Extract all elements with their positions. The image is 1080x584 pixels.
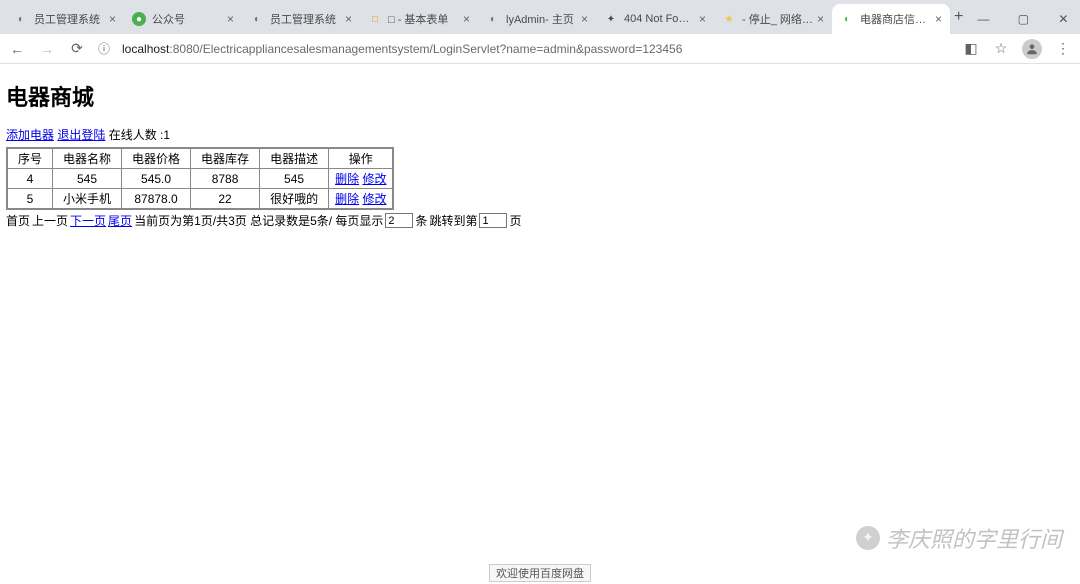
tab-title: 公众号 <box>152 11 223 27</box>
close-icon[interactable]: × <box>581 12 588 26</box>
close-icon[interactable]: × <box>345 12 352 26</box>
new-tab-button[interactable]: + <box>954 4 963 30</box>
browser-tab-1[interactable]: ● 公众号 × <box>124 4 242 34</box>
per-page-input[interactable] <box>385 213 413 228</box>
close-icon[interactable]: × <box>817 12 824 26</box>
globe-icon: ◐ <box>486 12 500 26</box>
edit-link[interactable]: 修改 <box>362 192 386 206</box>
tab-title: 员工管理系统 <box>270 11 341 27</box>
tab-title: 电器商店信息页面 <box>860 11 931 27</box>
minimize-button[interactable]: — <box>963 12 1003 26</box>
star-icon: ★ <box>722 12 736 26</box>
add-appliance-link[interactable]: 添加电器 <box>6 128 54 142</box>
address-bar: ← → ⟳ ⓘ localhost:8080/Electricappliance… <box>0 34 1080 64</box>
forward-button[interactable]: → <box>38 41 56 57</box>
pager-last-link[interactable]: 尾页 <box>108 212 132 229</box>
pager-first: 首页 <box>6 212 30 229</box>
tab-title: 404 Not Found <box>624 13 695 25</box>
col-desc: 电器描述 <box>260 148 329 169</box>
cell-desc: 很好哦的 <box>260 189 329 210</box>
appliance-table: 序号 电器名称 电器价格 电器库存 电器描述 操作 4 545 545.0 87… <box>6 147 394 210</box>
pager-prev: 上一页 <box>32 212 68 229</box>
cell-desc: 545 <box>260 169 329 189</box>
globe-icon: ◐ <box>250 12 264 26</box>
cell-actions: 删除 修改 <box>329 169 394 189</box>
delete-link[interactable]: 删除 <box>335 172 359 186</box>
browser-tab-2[interactable]: ◐ 员工管理系统 × <box>242 4 360 34</box>
cell-price: 87878.0 <box>122 189 191 210</box>
cell-actions: 删除 修改 <box>329 189 394 210</box>
wechat-icon: ● <box>132 12 146 26</box>
site-info-icon[interactable]: ⓘ <box>98 40 110 57</box>
page-content: 电器商城 添加电器 退出登陆 在线人数 :1 序号 电器名称 电器价格 电器库存… <box>0 64 1080 235</box>
error-icon: ✦ <box>604 12 618 26</box>
pager-info: 当前页为第1页/共3页 总记录数是5条/ 每页显示 <box>134 212 383 229</box>
globe-icon: ◐ <box>840 12 854 26</box>
tab-title: □ - 基本表单 <box>388 11 459 27</box>
browser-tab-3[interactable]: □ □ - 基本表单 × <box>360 4 478 34</box>
browser-tab-7[interactable]: ◐ 电器商店信息页面 × <box>832 4 950 34</box>
cell-name: 小米手机 <box>53 189 122 210</box>
extension-icon[interactable]: ◧ <box>962 40 980 57</box>
bottom-status-bar: 欢迎使用百度网盘 <box>489 564 591 582</box>
window-controls: — ▢ ✕ <box>963 4 1080 34</box>
close-icon[interactable]: × <box>109 12 116 26</box>
col-price: 电器价格 <box>122 148 191 169</box>
cell-stock: 22 <box>191 189 260 210</box>
cell-id: 5 <box>7 189 53 210</box>
edit-link[interactable]: 修改 <box>362 172 386 186</box>
browser-tab-6[interactable]: ★ - 停止_ 网络 [http://118 × <box>714 4 832 34</box>
close-icon[interactable]: × <box>935 12 942 26</box>
page-title: 电器商城 <box>6 80 1074 112</box>
browser-tab-strip: ◐ 员工管理系统 × ● 公众号 × ◐ 员工管理系统 × □ □ - 基本表单 × ◐ lyAd… <box>0 0 1080 34</box>
pager-unit: 条 <box>415 212 427 229</box>
toolbar: 添加电器 退出登陆 在线人数 :1 <box>6 126 1074 143</box>
maximize-button[interactable]: ▢ <box>1003 12 1043 26</box>
col-name: 电器名称 <box>53 148 122 169</box>
back-button[interactable]: ← <box>8 41 26 57</box>
close-icon[interactable]: × <box>463 12 470 26</box>
cell-stock: 8788 <box>191 169 260 189</box>
pagination: 首页 上一页 下一页 尾页 当前页为第1页/共3页 总记录数是5条/ 每页显示 … <box>6 212 1074 229</box>
cell-id: 4 <box>7 169 53 189</box>
browser-tab-5[interactable]: ✦ 404 Not Found × <box>596 4 714 34</box>
menu-button[interactable]: ⋮ <box>1054 40 1072 57</box>
url-text[interactable]: localhost:8080/Electricappliancesalesman… <box>122 42 950 56</box>
pager-jump-suffix: 页 <box>509 212 521 229</box>
close-window-button[interactable]: ✕ <box>1043 12 1080 26</box>
table-row: 5 小米手机 87878.0 22 很好哦的 删除 修改 <box>7 189 393 210</box>
table-row: 4 545 545.0 8788 545 删除 修改 <box>7 169 393 189</box>
col-id: 序号 <box>7 148 53 169</box>
tab-title: lyAdmin- 主页 <box>506 11 577 27</box>
jump-page-input[interactable] <box>479 213 507 228</box>
close-icon[interactable]: × <box>227 12 234 26</box>
browser-tab-0[interactable]: ◐ 员工管理系统 × <box>6 4 124 34</box>
close-icon[interactable]: × <box>699 12 706 26</box>
browser-tab-4[interactable]: ◐ lyAdmin- 主页 × <box>478 4 596 34</box>
tab-title: 员工管理系统 <box>34 11 105 27</box>
globe-icon: ◐ <box>14 12 28 26</box>
reload-button[interactable]: ⟳ <box>68 40 86 57</box>
table-header-row: 序号 电器名称 电器价格 电器库存 电器描述 操作 <box>7 148 393 169</box>
tab-title: - 停止_ 网络 [http://118 <box>742 11 813 27</box>
profile-avatar[interactable] <box>1022 39 1042 59</box>
bookmark-star-icon[interactable]: ☆ <box>992 40 1010 57</box>
delete-link[interactable]: 删除 <box>335 192 359 206</box>
logout-link[interactable]: 退出登陆 <box>57 128 105 142</box>
col-stock: 电器库存 <box>191 148 260 169</box>
cell-name: 545 <box>53 169 122 189</box>
watermark-text: 李庆照的字里行间 <box>886 522 1062 554</box>
online-count: 1 <box>163 128 170 142</box>
watermark: ✦ 李庆照的字里行间 <box>856 522 1062 554</box>
col-action: 操作 <box>329 148 394 169</box>
pager-next-link[interactable]: 下一页 <box>70 212 106 229</box>
wechat-icon: ✦ <box>856 526 880 550</box>
online-label: 在线人数 : <box>109 128 164 142</box>
pager-jump-label: 跳转到第 <box>429 212 477 229</box>
form-icon: □ <box>368 12 382 26</box>
cell-price: 545.0 <box>122 169 191 189</box>
